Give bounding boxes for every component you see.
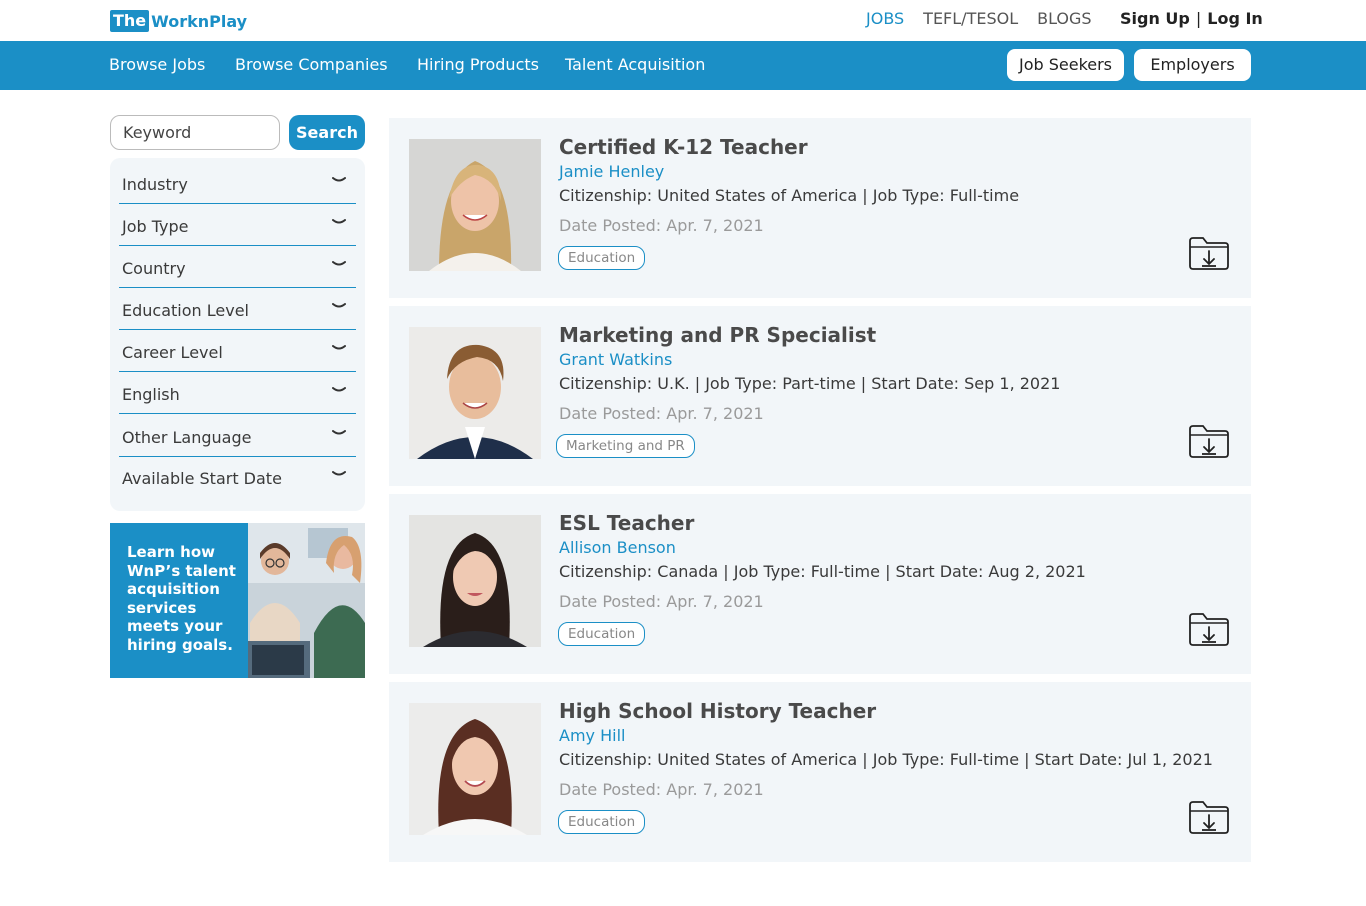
chevron-down-icon bbox=[332, 219, 346, 224]
top-nav-tefl[interactable]: TEFL/TESOL bbox=[923, 9, 1018, 29]
promo-line: services bbox=[127, 598, 197, 617]
filter-label: Available Start Date bbox=[122, 469, 282, 488]
talent-acquisition-promo[interactable]: Learn how WnP’s talent acquisition servi… bbox=[110, 523, 365, 678]
candidate-meta: Citizenship: United States of America | … bbox=[559, 186, 1020, 205]
top-nav-jobs[interactable]: JOBS bbox=[866, 9, 904, 29]
industry-tag[interactable]: Education bbox=[558, 622, 646, 646]
logo-text: WorknPlay bbox=[151, 11, 248, 31]
filter-label: Job Type bbox=[122, 217, 189, 236]
keyword-input[interactable]: Keyword bbox=[110, 115, 280, 150]
download-folder-icon[interactable] bbox=[1188, 236, 1230, 272]
download-folder-icon[interactable] bbox=[1188, 800, 1230, 836]
chevron-down-icon bbox=[332, 471, 346, 476]
filter-label: Other Language bbox=[122, 428, 252, 447]
candidate-meta: Citizenship: Canada | Job Type: Full-tim… bbox=[559, 562, 1086, 581]
filter-job-type[interactable]: Job Type bbox=[119, 204, 356, 246]
candidate-photo bbox=[409, 139, 541, 271]
promo-line: meets your bbox=[127, 617, 223, 636]
industry-tag[interactable]: Education bbox=[558, 246, 646, 270]
filter-available-start-date[interactable]: Available Start Date bbox=[119, 456, 356, 498]
auth-separator: | bbox=[1195, 9, 1202, 28]
candidate-card[interactable]: Marketing and PR Specialist Grant Watkin… bbox=[389, 306, 1251, 486]
signup-link[interactable]: Sign Up bbox=[1120, 9, 1190, 28]
filter-label: Country bbox=[122, 259, 186, 278]
download-folder-icon[interactable] bbox=[1188, 612, 1230, 648]
filter-industry[interactable]: Industry bbox=[119, 162, 356, 204]
promo-line: WnP’s talent bbox=[127, 561, 236, 580]
nav-browse-companies[interactable]: Browse Companies bbox=[235, 55, 388, 75]
candidate-name[interactable]: Grant Watkins bbox=[559, 350, 672, 370]
employers-button[interactable]: Employers bbox=[1134, 49, 1251, 81]
candidate-title[interactable]: High School History Teacher bbox=[559, 698, 876, 724]
candidate-photo bbox=[409, 515, 541, 647]
date-posted: Date Posted: Apr. 7, 2021 bbox=[559, 404, 764, 423]
candidate-card[interactable]: Certified K-12 Teacher Jamie Henley Citi… bbox=[389, 118, 1251, 298]
candidate-title[interactable]: Marketing and PR Specialist bbox=[559, 322, 876, 348]
filters-panel: Industry Job Type Country Education Leve… bbox=[110, 158, 365, 511]
login-link[interactable]: Log In bbox=[1207, 9, 1263, 28]
promo-text: Learn how WnP’s talent acquisition servi… bbox=[110, 523, 248, 678]
chevron-down-icon bbox=[332, 430, 346, 435]
promo-line: Learn how bbox=[127, 543, 215, 561]
nav-browse-jobs[interactable]: Browse Jobs bbox=[109, 55, 205, 75]
filter-label: Industry bbox=[122, 175, 188, 194]
candidate-photo bbox=[409, 703, 541, 835]
filter-label: Education Level bbox=[122, 301, 249, 320]
filter-english[interactable]: English bbox=[119, 372, 356, 414]
candidate-card[interactable]: ESL Teacher Allison Benson Citizenship: … bbox=[389, 494, 1251, 674]
candidate-photo bbox=[409, 327, 541, 459]
date-posted: Date Posted: Apr. 7, 2021 bbox=[559, 780, 764, 799]
promo-line: hiring goals. bbox=[127, 635, 233, 654]
filter-career-level[interactable]: Career Level bbox=[119, 330, 356, 372]
date-posted: Date Posted: Apr. 7, 2021 bbox=[559, 592, 764, 611]
download-folder-icon[interactable] bbox=[1188, 424, 1230, 460]
top-bar: The WorknPlay JOBS TEFL/TESOL BLOGS Sign… bbox=[0, 0, 1366, 41]
date-posted: Date Posted: Apr. 7, 2021 bbox=[559, 216, 764, 235]
site-logo[interactable]: The WorknPlay bbox=[110, 9, 247, 33]
industry-tag[interactable]: Education bbox=[558, 810, 646, 834]
search-button[interactable]: Search bbox=[289, 115, 365, 150]
candidate-meta: Citizenship: U.K. | Job Type: Part-time … bbox=[559, 374, 1061, 393]
chevron-down-icon bbox=[332, 345, 346, 350]
logo-box: The bbox=[110, 10, 150, 32]
auth-links: Sign Up | Log In bbox=[1120, 8, 1263, 30]
filter-education-level[interactable]: Education Level bbox=[119, 288, 356, 330]
candidate-name[interactable]: Amy Hill bbox=[559, 726, 625, 746]
candidate-title[interactable]: Certified K-12 Teacher bbox=[559, 134, 808, 160]
nav-hiring-products[interactable]: Hiring Products bbox=[417, 55, 539, 75]
job-seekers-button[interactable]: Job Seekers bbox=[1007, 49, 1124, 81]
filter-label: English bbox=[122, 385, 180, 404]
chevron-down-icon bbox=[332, 261, 346, 266]
candidate-meta: Citizenship: United States of America | … bbox=[559, 750, 1213, 769]
top-nav: JOBS TEFL/TESOL BLOGS bbox=[866, 9, 1111, 29]
top-nav-blogs[interactable]: BLOGS bbox=[1037, 9, 1091, 29]
filter-country[interactable]: Country bbox=[119, 246, 356, 288]
chevron-down-icon bbox=[332, 303, 346, 308]
chevron-down-icon bbox=[332, 387, 346, 392]
nav-talent-acquisition[interactable]: Talent Acquisition bbox=[565, 55, 705, 75]
candidate-name[interactable]: Jamie Henley bbox=[559, 162, 664, 182]
filter-label: Career Level bbox=[122, 343, 223, 362]
candidate-card[interactable]: High School History Teacher Amy Hill Cit… bbox=[389, 682, 1251, 862]
candidate-title[interactable]: ESL Teacher bbox=[559, 510, 694, 536]
main-nav: Browse Jobs Browse Companies Hiring Prod… bbox=[0, 41, 1366, 90]
chevron-down-icon bbox=[332, 177, 346, 182]
industry-tag[interactable]: Marketing and PR bbox=[556, 434, 695, 458]
candidate-name[interactable]: Allison Benson bbox=[559, 538, 676, 558]
promo-line: acquisition bbox=[127, 580, 220, 599]
promo-photo bbox=[248, 523, 365, 678]
filter-other-language[interactable]: Other Language bbox=[119, 415, 356, 457]
